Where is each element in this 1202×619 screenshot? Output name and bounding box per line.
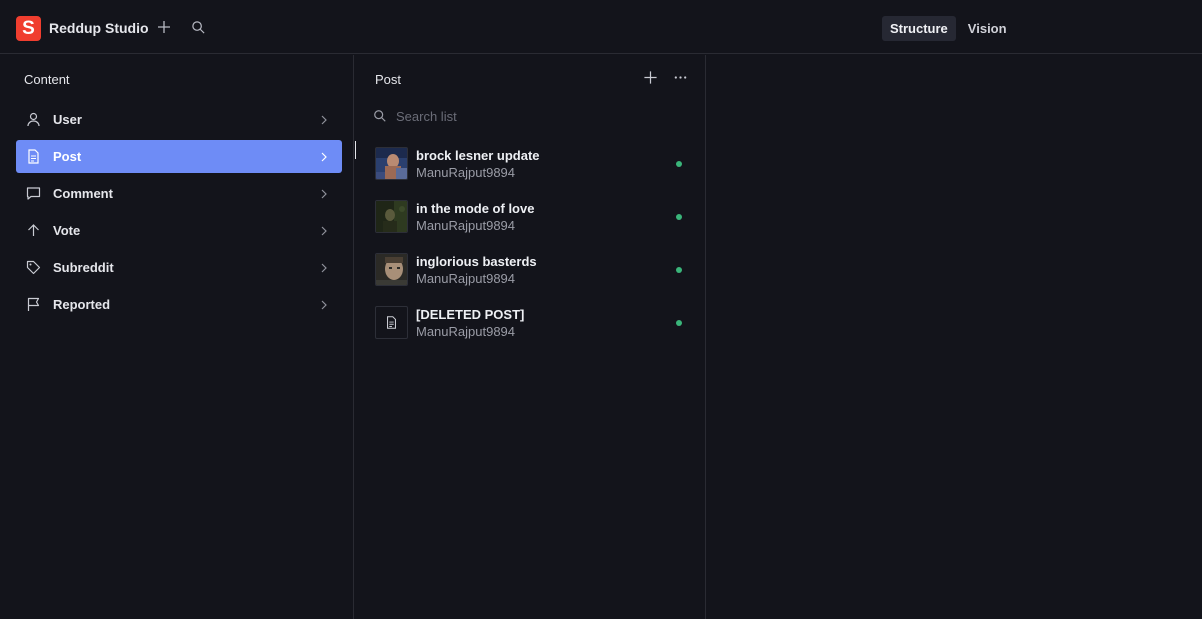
- status-dot: [676, 214, 682, 220]
- studio-logo[interactable]: S: [16, 16, 41, 41]
- top-navbar: S Reddup Studio Structure Vision: [0, 0, 1202, 54]
- chevron-right-icon: [318, 187, 330, 199]
- content-item-label: Reported: [53, 297, 111, 312]
- arrow-up-icon: [25, 222, 42, 239]
- tab-vision[interactable]: Vision: [960, 16, 1015, 41]
- post-author: ManuRajput9894: [416, 324, 516, 339]
- status-dot: [676, 161, 682, 167]
- app-title[interactable]: Reddup Studio: [49, 20, 149, 36]
- comment-icon: [25, 185, 42, 202]
- post-list-item[interactable]: brock lesner update ManuRajput9894: [375, 147, 695, 183]
- content-item-comment[interactable]: Comment: [16, 177, 342, 210]
- post-thumbnail: [375, 147, 408, 180]
- content-item-vote[interactable]: Vote: [16, 214, 342, 247]
- post-thumbnail: [375, 253, 408, 286]
- content-item-label: Post: [53, 149, 82, 164]
- content-item-reported[interactable]: Reported: [16, 288, 342, 321]
- pane-actions: [641, 68, 689, 86]
- logo-letter: S: [22, 17, 35, 39]
- flag-icon: [25, 296, 42, 313]
- more-options-icon[interactable]: [671, 68, 689, 86]
- search-icon: [373, 109, 387, 123]
- document-icon: [375, 306, 408, 339]
- status-dot: [676, 267, 682, 273]
- plus-icon[interactable]: [155, 18, 173, 36]
- user-icon: [25, 111, 42, 128]
- status-dot: [676, 320, 682, 326]
- search-placeholder: Search list: [396, 108, 457, 124]
- plus-icon[interactable]: [641, 68, 659, 86]
- chevron-right-icon: [318, 298, 330, 310]
- post-title: brock lesner update: [416, 148, 540, 163]
- content-item-subreddit[interactable]: Subreddit: [16, 251, 342, 284]
- chevron-right-icon: [318, 224, 330, 236]
- tool-tabs: Structure Vision: [882, 16, 1015, 41]
- post-pane-title: Post: [375, 72, 402, 87]
- post-thumbnail: [375, 200, 408, 233]
- post-title: [DELETED POST]: [416, 307, 525, 322]
- post-pane: Post Search list brock lesner update Man…: [355, 55, 706, 619]
- post-author: ManuRajput9894: [416, 271, 516, 286]
- content-item-post[interactable]: Post: [16, 140, 342, 173]
- search-list-input[interactable]: Search list: [373, 106, 693, 126]
- content-item-label: Subreddit: [53, 260, 114, 275]
- content-item-label: Comment: [53, 186, 113, 201]
- post-list-item[interactable]: [DELETED POST] ManuRajput9894: [375, 306, 695, 342]
- post-list-item[interactable]: inglorious basterds ManuRajput9894: [375, 253, 695, 289]
- post-author: ManuRajput9894: [416, 218, 516, 233]
- content-item-label: Vote: [53, 223, 81, 238]
- search-icon[interactable]: [189, 18, 207, 36]
- content-pane-title: Content: [24, 72, 70, 87]
- content-pane: Content User Post Comment Vote Subreddit: [0, 55, 354, 619]
- content-item-user[interactable]: User: [16, 103, 342, 136]
- post-title: in the mode of love: [416, 201, 535, 216]
- content-item-label: User: [53, 112, 82, 127]
- tag-icon: [25, 259, 42, 276]
- post-list-item[interactable]: in the mode of love ManuRajput9894: [375, 200, 695, 236]
- document-icon: [25, 148, 42, 165]
- document-pane-empty: [707, 55, 1202, 619]
- post-author: ManuRajput9894: [416, 165, 516, 180]
- chevron-right-icon: [318, 261, 330, 273]
- tab-structure[interactable]: Structure: [882, 16, 956, 41]
- chevron-right-icon: [318, 113, 330, 125]
- post-title: inglorious basterds: [416, 254, 537, 269]
- chevron-right-icon: [318, 150, 330, 162]
